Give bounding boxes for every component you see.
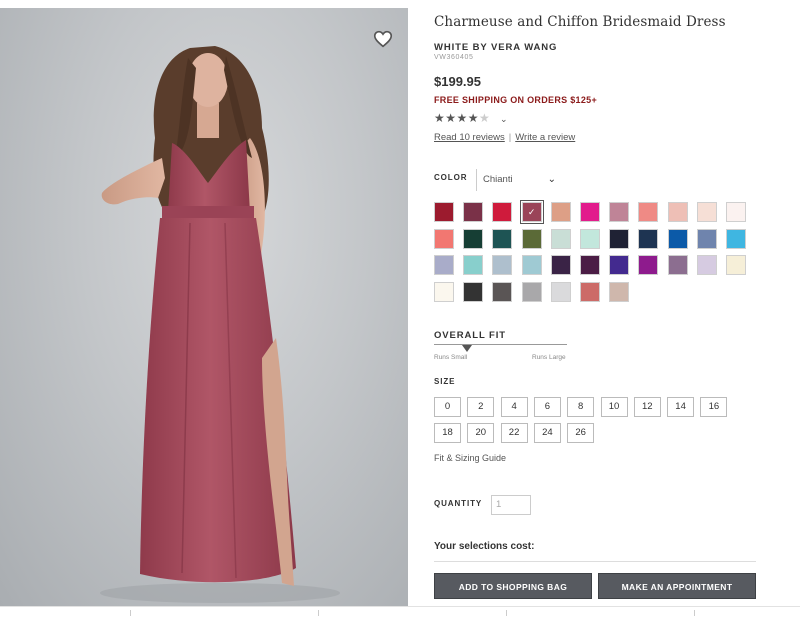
size-option-button[interactable]: 2 — [467, 397, 495, 417]
selections-cost-label: Your selections cost: — [434, 541, 535, 552]
divider — [434, 561, 756, 562]
footer-tick — [130, 610, 131, 616]
color-swatch[interactable] — [580, 228, 600, 249]
size-option-button[interactable]: 4 — [500, 397, 528, 417]
color-swatch[interactable] — [580, 202, 600, 222]
fit-scale-marker — [462, 345, 473, 352]
color-swatch[interactable] — [726, 202, 746, 222]
product-brand[interactable]: WHITE BY VERA WANG — [434, 42, 557, 53]
color-swatch[interactable] — [521, 228, 542, 249]
rating-stars[interactable]: ★★★★★ — [434, 111, 490, 125]
quantity-input[interactable]: 1 — [491, 495, 531, 515]
size-option-button[interactable]: 6 — [533, 397, 561, 417]
color-swatch[interactable] — [726, 255, 746, 275]
size-option-button[interactable]: 22 — [500, 423, 528, 443]
size-option-button[interactable]: 24 — [533, 423, 561, 443]
color-swatch[interactable] — [726, 228, 746, 249]
size-label: SIZE — [434, 377, 456, 386]
color-swatch[interactable] — [463, 228, 484, 249]
color-swatch[interactable] — [463, 281, 484, 302]
review-link-separator: | — [508, 132, 512, 143]
color-swatch[interactable] — [434, 281, 454, 302]
color-swatch[interactable] — [550, 228, 571, 249]
color-label: COLOR — [434, 173, 468, 182]
color-swatch[interactable] — [492, 255, 513, 275]
color-swatch[interactable] — [550, 202, 571, 222]
checkmark-icon: ✓ — [527, 207, 536, 217]
color-swatch[interactable] — [521, 255, 542, 275]
footer-tick — [506, 610, 507, 616]
fit-runs-small-label: Runs Small — [434, 354, 468, 361]
product-sku: VW360405 — [434, 54, 474, 61]
color-swatch[interactable] — [696, 255, 717, 275]
color-swatch[interactable] — [667, 202, 688, 222]
color-swatch[interactable] — [463, 255, 484, 275]
color-swatch[interactable] — [667, 228, 688, 249]
color-swatch[interactable] — [492, 281, 513, 302]
color-swatch[interactable] — [696, 228, 717, 249]
footer-divider — [0, 606, 800, 607]
color-swatch[interactable] — [434, 202, 454, 222]
color-swatch[interactable] — [492, 228, 513, 249]
quantity-label: QUANTITY — [434, 499, 483, 508]
color-swatch[interactable] — [580, 255, 600, 275]
fit-scale-bar — [434, 344, 567, 345]
chevron-down-icon: ⌄ — [547, 174, 556, 185]
rating-stars-filled: ★★★★ — [434, 111, 480, 125]
color-swatch[interactable] — [463, 202, 484, 222]
size-option-button[interactable]: 26 — [567, 423, 595, 443]
color-selected-value: Chianti — [483, 174, 513, 185]
size-option-button[interactable]: 18 — [434, 423, 461, 443]
color-swatch[interactable] — [550, 255, 571, 275]
overall-fit-label: OVERALL FIT — [434, 330, 507, 341]
color-swatch[interactable]: ✓ — [519, 200, 544, 224]
fit-runs-large-label: Runs Large — [532, 354, 566, 361]
color-swatch[interactable] — [696, 202, 717, 222]
product-price: $199.95 — [434, 74, 481, 89]
footer-tick — [318, 610, 319, 616]
add-to-shopping-bag-button[interactable]: ADD TO SHOPPING BAG — [434, 573, 592, 599]
rating-stars-empty: ★ — [479, 111, 491, 125]
color-swatch[interactable] — [434, 228, 454, 249]
color-swatch[interactable] — [609, 228, 630, 249]
size-option-button[interactable]: 8 — [567, 397, 595, 417]
color-swatch[interactable] — [609, 281, 630, 302]
size-option-button[interactable]: 12 — [633, 397, 661, 417]
make-appointment-button[interactable]: MAKE AN APPOINTMENT — [598, 573, 756, 599]
rating-chevron-down-icon[interactable]: ⌄ — [500, 114, 508, 125]
color-swatch[interactable] — [638, 202, 659, 222]
size-option-button[interactable]: 20 — [467, 423, 495, 443]
dress-model-illustration — [100, 46, 340, 603]
color-swatch[interactable] — [609, 255, 630, 275]
color-swatch[interactable] — [580, 281, 600, 302]
footer-tick — [694, 610, 695, 616]
read-reviews-link[interactable]: Read 10 reviews — [434, 132, 505, 143]
color-swatch[interactable] — [667, 255, 688, 275]
size-option-button[interactable]: 10 — [600, 397, 628, 417]
color-dropdown[interactable]: Chianti ⌄ — [476, 169, 564, 191]
color-swatch[interactable] — [609, 202, 630, 222]
color-swatch[interactable] — [638, 255, 659, 275]
color-swatch[interactable] — [434, 255, 454, 275]
size-option-button[interactable]: 16 — [700, 397, 728, 417]
review-links: Read 10 reviews | Write a review — [434, 132, 575, 143]
color-swatch[interactable] — [638, 228, 659, 249]
color-swatch[interactable] — [521, 281, 542, 302]
color-swatch[interactable] — [550, 281, 571, 302]
fit-sizing-guide-link[interactable]: Fit & Sizing Guide — [434, 453, 506, 463]
write-review-link[interactable]: Write a review — [515, 132, 575, 143]
size-option-button[interactable]: 0 — [434, 397, 461, 417]
product-title: Charmeuse and Chiffon Bridesmaid Dress — [434, 14, 726, 30]
shipping-promo: FREE SHIPPING ON ORDERS $125+ — [434, 95, 597, 105]
product-image[interactable] — [0, 8, 408, 606]
color-swatch[interactable] — [492, 202, 513, 222]
size-option-button[interactable]: 14 — [667, 397, 695, 417]
favorite-heart-icon[interactable] — [372, 28, 394, 50]
